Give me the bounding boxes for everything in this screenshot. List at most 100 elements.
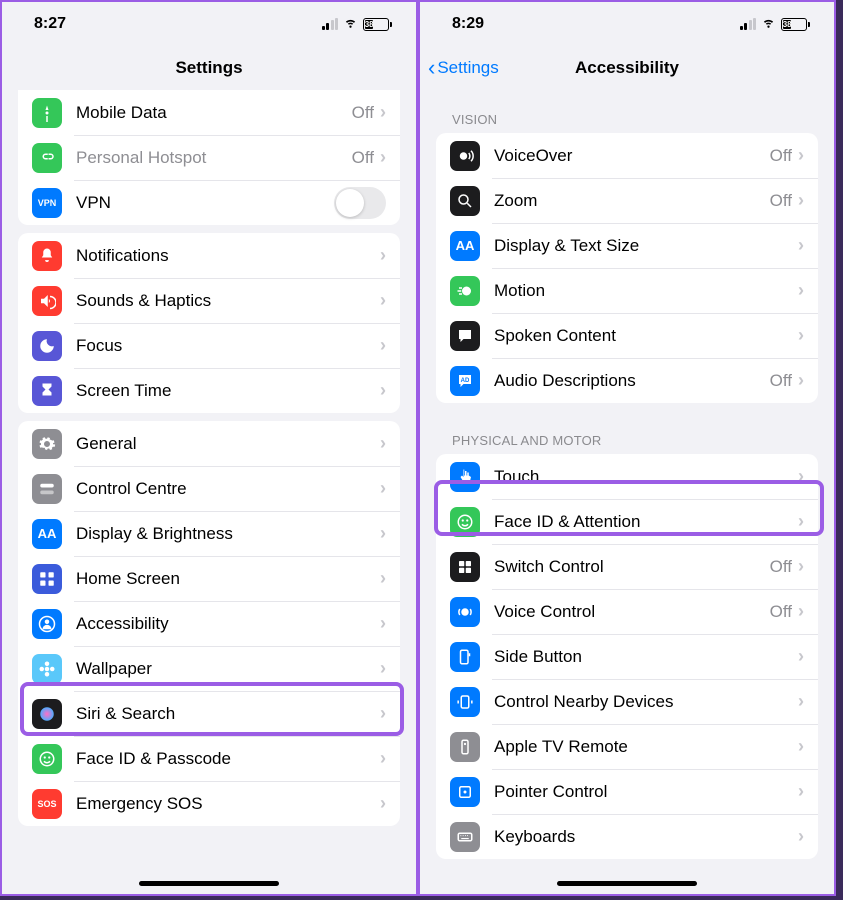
chevron-right-icon: › xyxy=(798,601,804,622)
group-notifications: Notifications›Sounds & Haptics›Focus›Scr… xyxy=(18,233,400,413)
svg-text:AD: AD xyxy=(461,377,470,383)
chevron-right-icon: › xyxy=(380,613,386,634)
moon-icon xyxy=(32,331,62,361)
row-keyboards[interactable]: Keyboards› xyxy=(436,814,818,859)
row-motion[interactable]: Motion› xyxy=(436,268,818,313)
row-accessibility[interactable]: Accessibility› xyxy=(18,601,400,646)
row-label: Personal Hotspot xyxy=(76,148,352,168)
section-header-vision: Vision xyxy=(420,90,834,133)
section-header-physical: Physical and Motor xyxy=(420,411,834,454)
row-general[interactable]: General› xyxy=(18,421,400,466)
remote-icon xyxy=(450,732,480,762)
chevron-right-icon: › xyxy=(380,290,386,311)
chevron-right-icon: › xyxy=(798,280,804,301)
hourglass-icon xyxy=(32,376,62,406)
row-screen-time[interactable]: Screen Time› xyxy=(18,368,400,413)
siri-icon xyxy=(32,699,62,729)
page-title: Accessibility xyxy=(575,58,679,78)
row-value: Off xyxy=(770,602,792,622)
row-value: Off xyxy=(770,371,792,391)
row-switch-control[interactable]: Switch ControlOff› xyxy=(436,544,818,589)
row-label: Mobile Data xyxy=(76,103,352,123)
row-label: Control Nearby Devices xyxy=(494,692,798,712)
chevron-right-icon: › xyxy=(380,793,386,814)
row-personal-hotspot[interactable]: Personal HotspotOff› xyxy=(18,135,400,180)
zoom-icon xyxy=(450,186,480,216)
row-label: Audio Descriptions xyxy=(494,371,770,391)
row-touch[interactable]: Touch› xyxy=(436,454,818,499)
row-voiceover[interactable]: VoiceOverOff › xyxy=(436,133,818,178)
row-label: Keyboards xyxy=(494,827,798,847)
row-emergency-sos[interactable]: SOSEmergency SOS› xyxy=(18,781,400,826)
row-wallpaper[interactable]: Wallpaper› xyxy=(18,646,400,691)
flower-icon xyxy=(32,654,62,684)
row-pointer-control[interactable]: Pointer Control› xyxy=(436,769,818,814)
row-label: Focus xyxy=(76,336,380,356)
row-label: Control Centre xyxy=(76,479,380,499)
row-label: Zoom xyxy=(494,191,770,211)
chevron-right-icon: › xyxy=(380,658,386,679)
chevron-right-icon: › xyxy=(380,433,386,454)
back-button[interactable]: ‹ Settings xyxy=(428,55,499,81)
display-brightness-icon: AA xyxy=(32,519,62,549)
home-indicator[interactable] xyxy=(557,881,697,886)
motion-icon xyxy=(450,276,480,306)
row-notifications[interactable]: Notifications› xyxy=(18,233,400,278)
row-home-screen[interactable]: Home Screen› xyxy=(18,556,400,601)
row-display-brightness[interactable]: AADisplay & Brightness› xyxy=(18,511,400,556)
row-zoom[interactable]: ZoomOff› xyxy=(436,178,818,223)
row-siri-search[interactable]: Siri & Search› xyxy=(18,691,400,736)
row-sounds-haptics[interactable]: Sounds & Haptics› xyxy=(18,278,400,323)
chevron-right-icon: › xyxy=(798,646,804,667)
row-display-text-size[interactable]: AADisplay & Text Size› xyxy=(436,223,818,268)
home-indicator[interactable] xyxy=(139,881,279,886)
status-time: 8:29 xyxy=(452,15,484,33)
phone-right-accessibility: 8:29 38 ‹ Settings Accessibility Vision … xyxy=(418,0,836,896)
row-side-button[interactable]: Side Button› xyxy=(436,634,818,679)
status-icons: 38 xyxy=(322,15,393,33)
toggle-vpn[interactable] xyxy=(334,187,386,219)
row-apple-tv-remote[interactable]: Apple TV Remote› xyxy=(436,724,818,769)
chevron-right-icon: › xyxy=(798,826,804,847)
row-face-id-attention[interactable]: Face ID & Attention› xyxy=(436,499,818,544)
chevron-right-icon: › xyxy=(798,370,804,391)
row-label: Display & Brightness xyxy=(76,524,380,544)
chevron-right-icon: › xyxy=(798,145,804,166)
display-text-size-icon: AA xyxy=(450,231,480,261)
battery-icon: 38 xyxy=(363,18,392,31)
ad-icon: AD xyxy=(450,366,480,396)
group-general: General›Control Centre›AADisplay & Brigh… xyxy=(18,421,400,826)
chevron-right-icon: › xyxy=(380,478,386,499)
row-face-id-passcode[interactable]: Face ID & Passcode› xyxy=(18,736,400,781)
row-label: VoiceOver xyxy=(494,146,770,166)
row-value: Off xyxy=(770,146,792,166)
row-voice-control[interactable]: Voice ControlOff› xyxy=(436,589,818,634)
emergency-sos-icon: SOS xyxy=(32,789,62,819)
cellular-icon xyxy=(740,18,757,30)
row-audio-descriptions[interactable]: AD Audio DescriptionsOff › xyxy=(436,358,818,403)
wifi-icon xyxy=(760,15,777,33)
row-label: Notifications xyxy=(76,246,380,266)
row-vpn[interactable]: VPNVPN xyxy=(18,180,400,225)
row-focus[interactable]: Focus› xyxy=(18,323,400,368)
row-label: Screen Time xyxy=(76,381,380,401)
row-value: Off xyxy=(770,557,792,577)
row-label: Accessibility xyxy=(76,614,380,634)
nearby-icon xyxy=(450,687,480,717)
row-control-centre[interactable]: Control Centre› xyxy=(18,466,400,511)
row-label: Spoken Content xyxy=(494,326,798,346)
row-label: Side Button xyxy=(494,647,798,667)
chevron-right-icon: › xyxy=(380,147,386,168)
vpn-icon: VPN xyxy=(32,188,62,218)
row-label: Apple TV Remote xyxy=(494,737,798,757)
group-physical: Touch›Face ID & Attention›Switch Control… xyxy=(436,454,818,859)
chevron-right-icon: › xyxy=(798,781,804,802)
row-spoken-content[interactable]: Spoken Content› xyxy=(436,313,818,358)
row-mobile-data[interactable]: Mobile DataOff› xyxy=(18,90,400,135)
touch-icon xyxy=(450,462,480,492)
chevron-right-icon: › xyxy=(798,691,804,712)
face-icon xyxy=(450,507,480,537)
row-control-nearby-devices[interactable]: Control Nearby Devices› xyxy=(436,679,818,724)
chevron-right-icon: › xyxy=(798,556,804,577)
chevron-right-icon: › xyxy=(798,736,804,757)
